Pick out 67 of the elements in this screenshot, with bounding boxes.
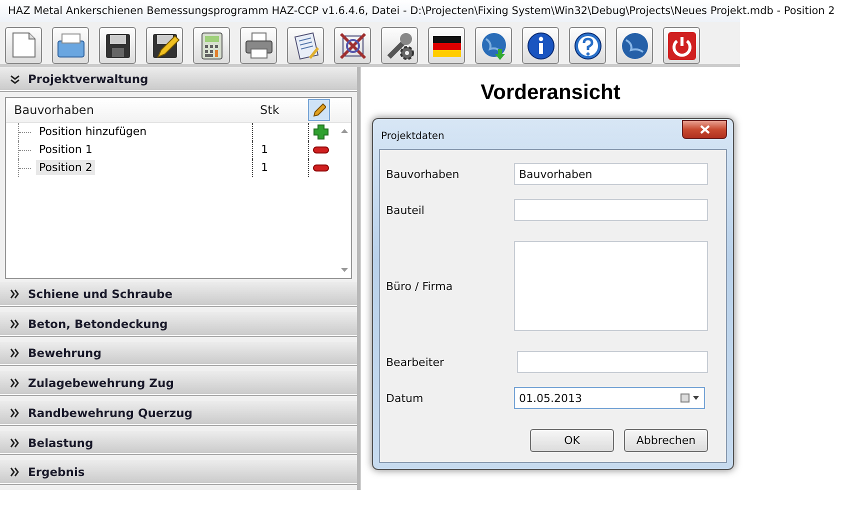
column-header: Bauvorhaben (13, 102, 95, 117)
toolbar-button[interactable] (381, 27, 418, 64)
count-cell: 1 (252, 158, 308, 177)
section-header[interactable]: Ergebnis (0, 460, 357, 486)
toolbar-button[interactable] (146, 27, 183, 64)
count-cell: 1 (252, 140, 308, 159)
section-header[interactable]: Randbewehrung Querzug (0, 401, 357, 426)
scroll-down-icon (340, 268, 348, 274)
window-title: HAZ Metal Ankerschienen Bemessungsprogramm HAZ-CCP v1.6.4.6, Datei - D:\Projecten\Fixing System\Win32\Debug\Projects\Neues Projekt.mdb - Position 2 (8, 5, 835, 17)
add-icon (312, 124, 328, 140)
section-title: Randbewehrung Querzug (28, 406, 193, 420)
expand-icon (10, 289, 20, 300)
toolbar-button[interactable] (428, 27, 465, 64)
collapse-icon (10, 74, 20, 84)
expand-icon (10, 318, 20, 329)
toolbar-button[interactable] (616, 27, 653, 64)
edit-button[interactable] (308, 98, 330, 121)
close-icon (700, 125, 710, 134)
tree-item[interactable]: Position 1 (36, 142, 96, 158)
calendar-dropdown-icon (680, 393, 700, 403)
cancel-button[interactable]: Abbrechen (624, 429, 708, 452)
expand-icon (10, 408, 20, 418)
toolbar-button[interactable] (287, 27, 324, 64)
remove-icon (312, 164, 328, 172)
column-header: Stk (259, 102, 280, 117)
input-field[interactable] (517, 351, 708, 373)
section-title: Zulagebewehrung Zug (28, 376, 174, 390)
field-label: Bauteil (386, 204, 426, 216)
toolbar-button[interactable] (99, 27, 136, 64)
expand-icon (10, 348, 20, 358)
section-title: Ergebnis (28, 465, 85, 480)
section-header[interactable]: Projektverwaltung (0, 67, 357, 92)
field-label: Bauvorhaben (386, 168, 460, 180)
close-button[interactable] (682, 120, 727, 139)
section-header[interactable]: Belastung (0, 430, 357, 456)
section-title: Beton, Betondeckung (28, 316, 168, 331)
toolbar-button[interactable] (522, 27, 559, 64)
ok-button[interactable]: OK (530, 429, 614, 452)
dialog-title: Projektdaten (380, 130, 444, 142)
field-label: Büro / Firma (386, 280, 454, 292)
input-field[interactable]: Bauvorhaben (514, 163, 708, 185)
scroll-up-icon (340, 128, 348, 133)
toolbar-button[interactable] (52, 27, 89, 64)
remove-icon (312, 146, 328, 154)
expand-icon (10, 438, 20, 448)
section-title: Projektverwaltung (28, 72, 148, 86)
expand-icon (10, 378, 20, 388)
toolbar-button[interactable] (334, 27, 371, 64)
field-label: Datum (386, 392, 424, 404)
section-title: Belastung (28, 436, 94, 450)
field-label: Bearbeiter (386, 356, 445, 368)
toolbar-button[interactable] (240, 27, 277, 64)
toolbar-button[interactable] (193, 27, 230, 64)
date-picker[interactable]: 01.05.2013 (514, 387, 705, 409)
section-header[interactable]: Zulagebewehrung Zug (0, 371, 357, 396)
section-header[interactable]: Beton, Betondeckung (0, 312, 357, 337)
expand-icon (10, 467, 20, 478)
tree-item[interactable]: Position 2 (36, 160, 96, 176)
toolbar-button[interactable] (569, 27, 606, 64)
pencil-icon (312, 102, 326, 117)
section-header[interactable]: Schiene und Schraube (0, 282, 357, 307)
tree-item[interactable]: Position hinzufügen (36, 124, 150, 140)
section-title: Bewehrung (28, 346, 102, 360)
input-field[interactable] (514, 199, 708, 221)
view-title: Vorderansicht (480, 81, 620, 105)
section-header[interactable]: Bewehrung (0, 342, 357, 366)
section-title: Schiene und Schraube (28, 287, 173, 302)
